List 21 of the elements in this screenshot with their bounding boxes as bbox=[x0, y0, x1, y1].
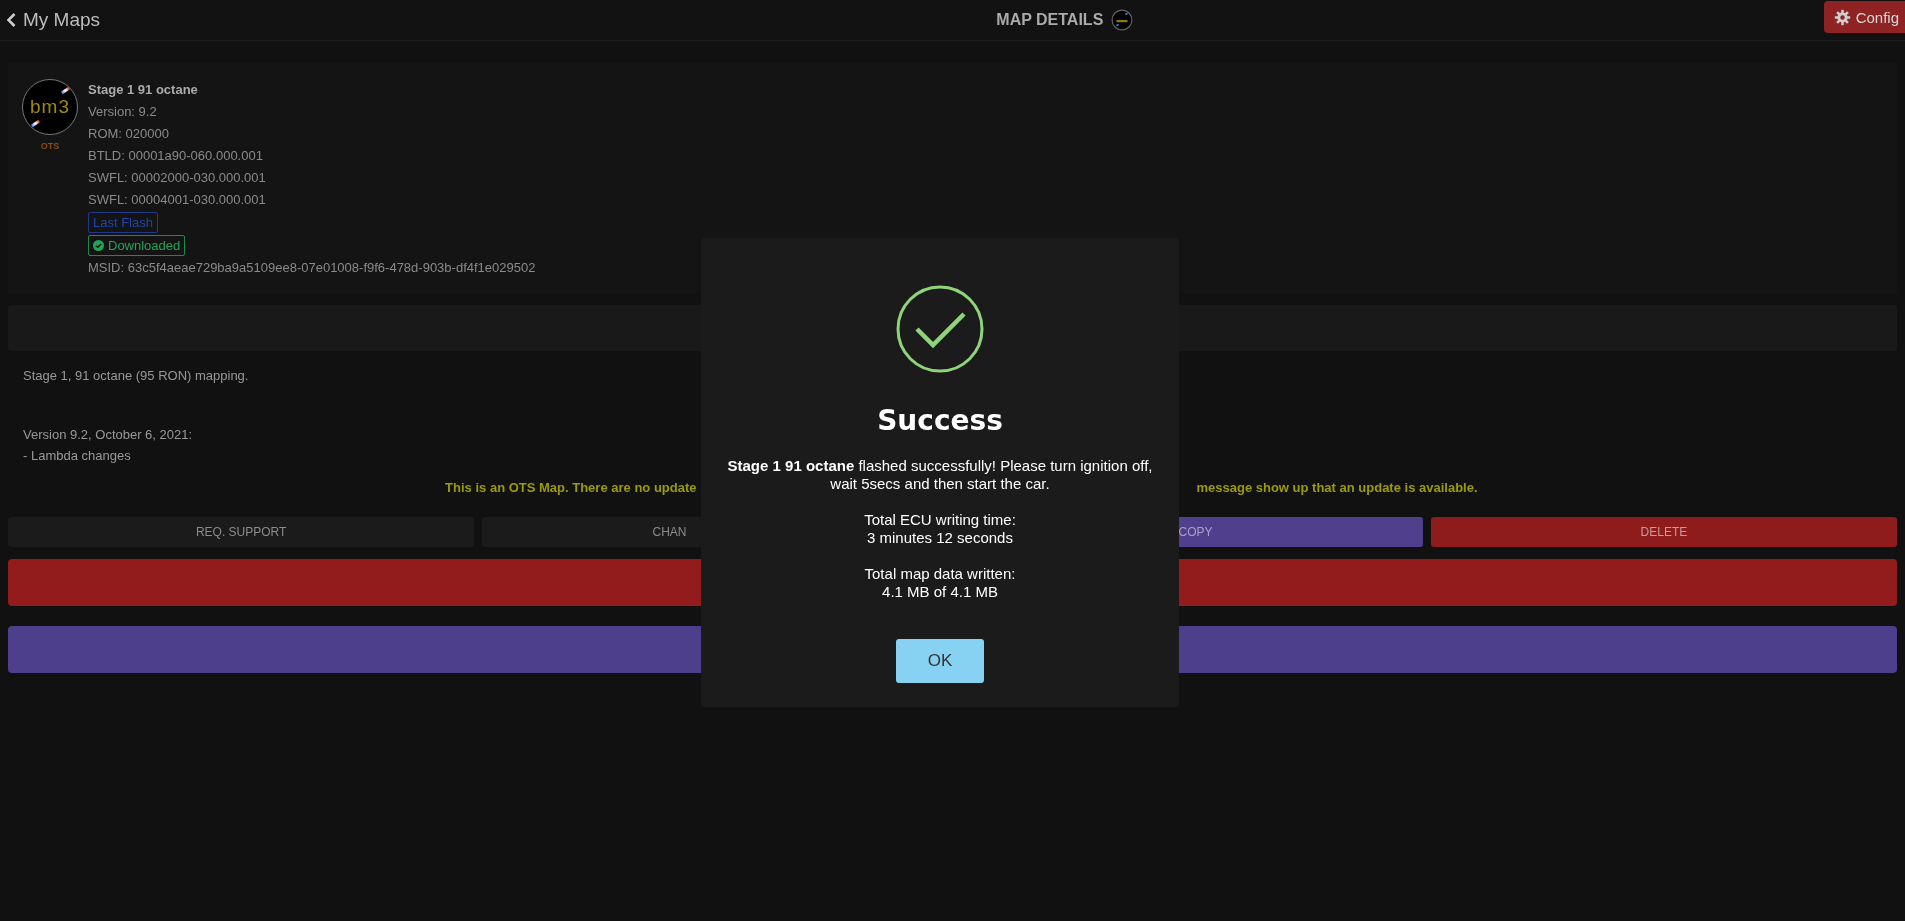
dialog-text: Total map data written: bbox=[864, 565, 1016, 583]
dialog-message: Stage 1 91 octane flashed successfully! Please turn ignition off, wait 5secs and then start the car. bbox=[726, 457, 1154, 493]
msid-text: MSID: 63c5f4aeae729ba9a5109ee8-07e01008-f9f6-478d-903b-df4f1e029502 bbox=[88, 259, 536, 277]
notice-text: This is an OTS Map. There are no update bbox=[444, 480, 698, 495]
map-name: Stage 1 91 octane bbox=[88, 81, 199, 99]
map-detail: SWFL: 00002000-030.000.001 bbox=[88, 169, 267, 187]
map-detail: SWFL: 00004001-030.000.001 bbox=[88, 191, 267, 209]
map-detail: BTLD: 00001a90-060.000.001 bbox=[88, 147, 264, 165]
ots-label: OTS bbox=[40, 141, 60, 151]
description-text: Stage 1, 91 octane (95 RON) mapping. bbox=[23, 368, 249, 383]
page-title: MAP DETAILS bbox=[996, 11, 1104, 29]
map-logo: bm3 bbox=[22, 79, 78, 135]
status-badge: Downloaded bbox=[88, 235, 186, 256]
dialog-text: 4.1 MB of 4.1 MB bbox=[881, 583, 999, 601]
map-detail: Version: 9.2 bbox=[88, 103, 158, 121]
description-text: Version 9.2, October 6, 2021: bbox=[23, 427, 193, 442]
description-text: - Lambda changes bbox=[23, 448, 131, 463]
map-detail: ROM: 020000 bbox=[88, 125, 170, 143]
notice-text: message show up that an update is available. bbox=[1195, 480, 1479, 495]
dialog-title: Success bbox=[877, 404, 1003, 437]
status-badge: Last Flash bbox=[88, 212, 158, 233]
